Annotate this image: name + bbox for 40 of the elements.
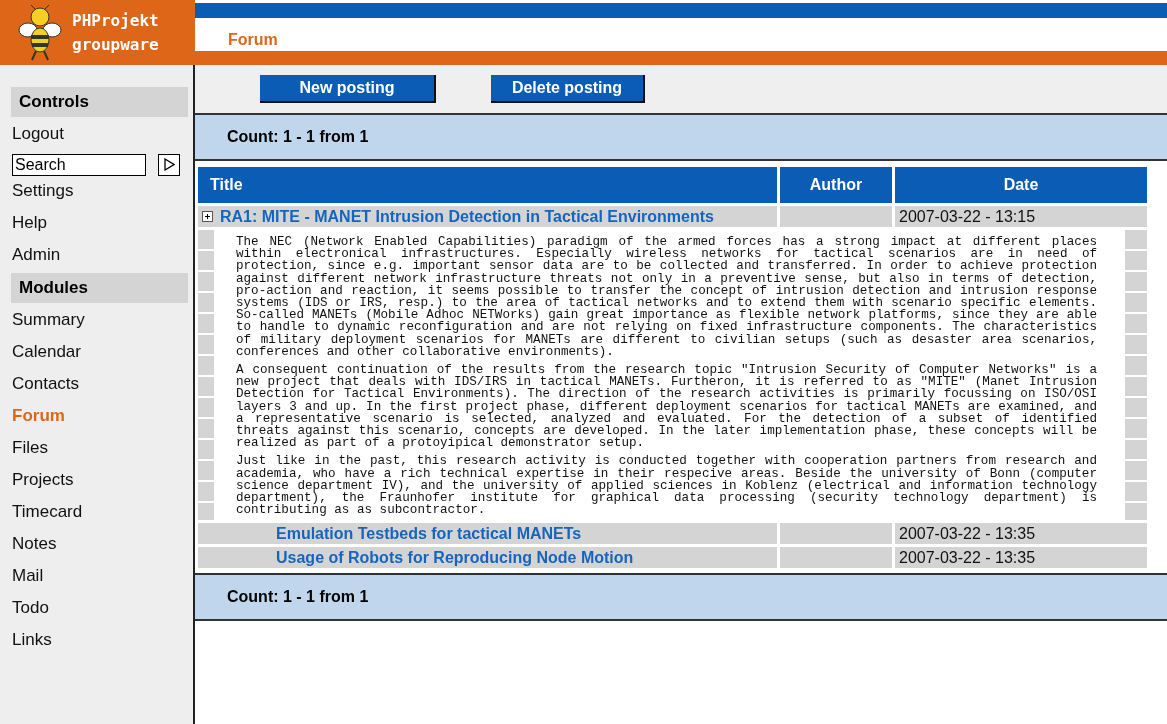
post-paragraph: A consequent continuation of the results from the research topic "Intrusion Security of Computer Networks" is a new project that deals with IDS/IRS in tactical MANETs. Furtheron, it is referred to as "MITE" (Manet Intrusion Detection for Tactical Environments). The direction of the research activities is primarily focussing on ISO/OSI layers 3 and up. In the first project phase, different deployment scenarios for tactical MANETs are examined, and a representative scenario is selected, analyzed and evaluated. For the detection of a subset of identified threats against this scenario, concepts are developed. In the later implementation phase, these concepts will be realized as part of a protoyipical demonstrator setup.	[236, 364, 1097, 450]
nav-link[interactable]: Logout	[6, 120, 188, 152]
logo-text: PHProjekt	[72, 9, 159, 32]
column-header[interactable]: Author	[780, 167, 892, 203]
nav-link[interactable]: Timecard	[6, 498, 188, 530]
nav-link[interactable]: Todo	[6, 594, 188, 626]
post-paragraph: Just like in the past, this research activity is conducted together with cooperation partners from research and academia, who have a rich technical expertise in their respecive areas. Beside the university of Bonn (computer science department IV), and the university of applied sciences in Koblenz (electrical and information technology department), the Fraunhofer institute for graphical data processing (security technology department) is contributing as as subcontractor.	[236, 455, 1097, 517]
table-cell: 2007-03-22 - 13:35	[895, 523, 1147, 545]
play-icon	[163, 158, 175, 171]
page-title: Forum	[228, 31, 278, 49]
toolbar-button[interactable]: Delete posting	[491, 75, 645, 103]
nav-link[interactable]: Contacts	[6, 370, 188, 402]
nav-link[interactable]: Files	[6, 434, 188, 466]
nav-link[interactable]: Mail	[6, 562, 188, 594]
thread-link[interactable]: Usage of Robots for Reproducing Node Motion	[276, 548, 634, 566]
toolbar-button[interactable]: New posting	[260, 75, 436, 103]
thread-link[interactable]: Emulation Testbeds for tactical MANETs	[276, 524, 582, 542]
search-button[interactable]	[158, 153, 180, 176]
logo-text: groupware	[72, 33, 159, 56]
nav-link[interactable]: Notes	[6, 530, 188, 562]
nav-link[interactable]: Projects	[6, 466, 188, 498]
bee-icon	[18, 3, 62, 62]
search-field[interactable]: Search	[12, 153, 146, 176]
table-cell: 2007-03-22 - 13:15	[895, 206, 1147, 227]
nav-link[interactable]: Links	[6, 626, 188, 658]
expand-icon[interactable]	[202, 211, 213, 222]
nav-link[interactable]: Admin	[6, 241, 188, 273]
column-header[interactable]: Title	[198, 167, 777, 203]
count-text: Count: 1 - 1 from 1	[227, 588, 369, 607]
section-heading: Controls	[11, 87, 188, 117]
nav-link[interactable]: Calendar	[6, 338, 188, 370]
table-cell: 2007-03-22 - 13:35	[895, 547, 1147, 569]
count-text: Count: 1 - 1 from 1	[227, 128, 369, 146]
nav-link[interactable]: Help	[6, 209, 188, 241]
nav-link[interactable]: Settings	[6, 177, 188, 209]
post-paragraph: The NEC (Network Enabled Capabilities) paradigm of the armed forces has a strong impact at different places within electronical infrastructures. Especially wireless networks for tactical scenarios are in need of protection, since e.g. important sensor data are to be collected and transferred. In order to achieve protection against different network infrastructure threats not only in a preventive sense, but also in terms of detection, pro-action and reaction, it seems possible to transfer the concept of intrusion detection and intrusion response systems (IDS or IRS, resp.) to the area of tactical networks and to extend them with scenario specific elements. So-called MANETs (Mobile Adhoc NETWorks) gain great importance as flexible network platforms, since they are able to handle to dynamic reconfiguration and are not relying on fixed infrastructure components. The characteristics of military deployment scenarios for MANETs are different to civilian setups (such as desaster area scenarios, conferences and other collaborative environments).	[236, 236, 1097, 359]
column-header[interactable]: Date	[895, 167, 1147, 203]
nav-link[interactable]: Summary	[6, 306, 188, 338]
thread-link[interactable]: RA1: MITE - MANET Intrusion Detection in Tactical Environments	[220, 207, 714, 226]
section-heading: Modules	[11, 273, 188, 303]
